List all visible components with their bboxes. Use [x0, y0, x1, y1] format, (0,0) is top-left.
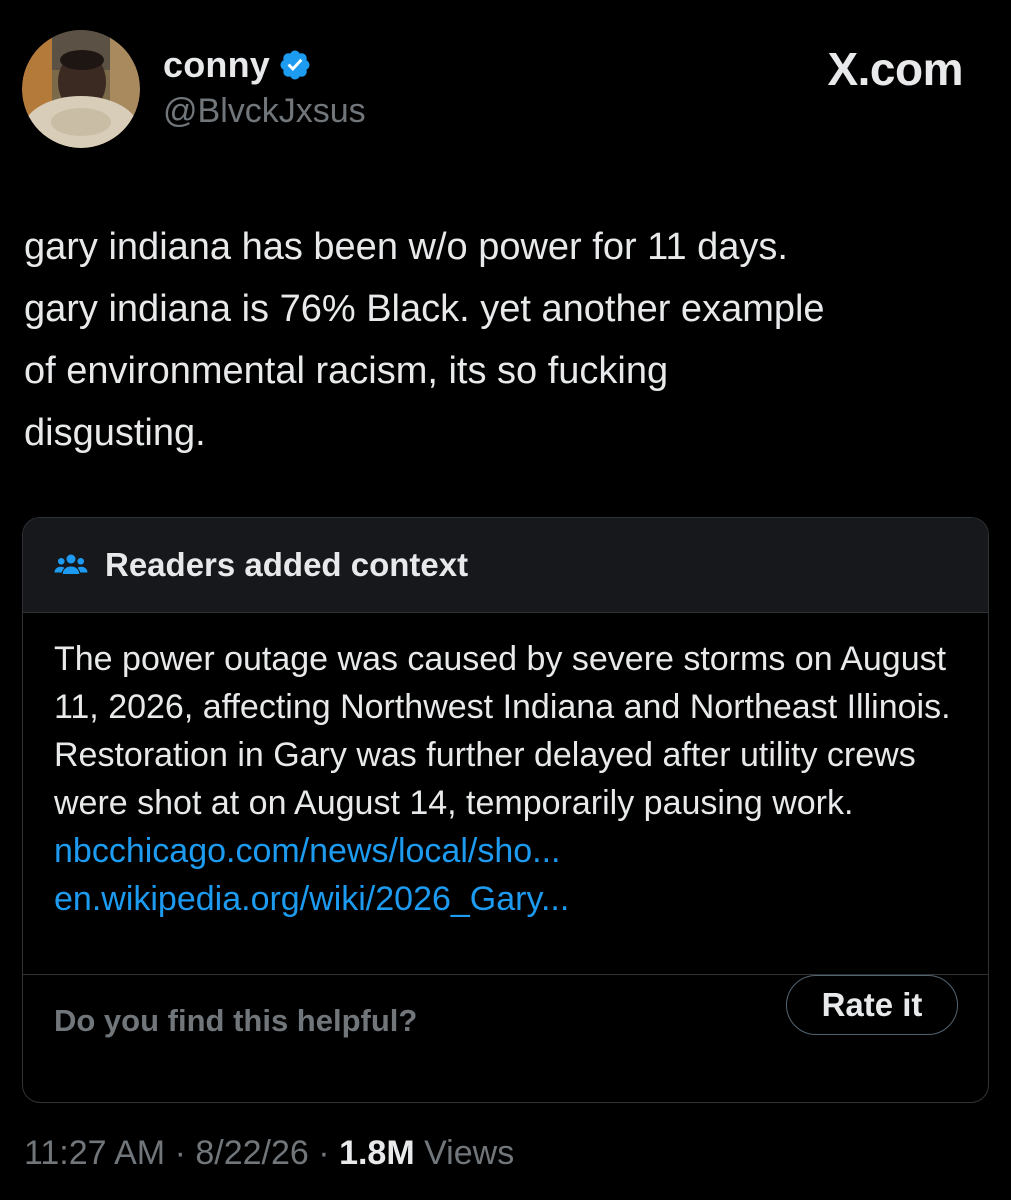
community-note-footer: Do you find this helpful? Rate it — [23, 975, 988, 1101]
author-name[interactable]: conny — [163, 44, 270, 86]
rate-it-button[interactable]: Rate it — [786, 975, 958, 1035]
brand-label: X.com — [827, 43, 963, 95]
people-group-icon — [54, 554, 88, 574]
community-note-body: The power outage was caused by severe st… — [23, 613, 988, 975]
verified-badge-icon[interactable] — [278, 48, 312, 82]
views-count: 1.8M — [339, 1134, 415, 1172]
name-row: conny — [163, 42, 366, 88]
post-date[interactable]: 8/22/26 — [195, 1134, 308, 1172]
community-note: Readers added context The power outage w… — [22, 517, 989, 1103]
post-time[interactable]: 11:27 AM — [24, 1134, 165, 1172]
post-text: gary indiana has been w/o power for 11 d… — [24, 226, 825, 454]
helpful-prompt: Do you find this helpful? — [54, 1003, 418, 1038]
source-link-wikipedia[interactable]: en.wikipedia.org/wiki/2026_Gary... — [54, 875, 958, 923]
author-block: conny @BlvckJxsus — [163, 42, 366, 131]
meta-separator: · — [174, 1134, 186, 1172]
source-link-nbc[interactable]: nbcchicago.com/news/local/sho... — [54, 827, 958, 875]
views-label: Views — [424, 1134, 515, 1172]
post-meta: 11:27 AM · 8/22/26 · 1.8M Views — [24, 1134, 514, 1173]
community-note-header: Readers added context — [23, 518, 988, 613]
meta-separator: · — [318, 1134, 330, 1172]
avatar-image — [22, 30, 140, 148]
post-header: conny @BlvckJxsus X.com — [22, 30, 989, 155]
avatar[interactable] — [22, 30, 140, 148]
community-note-text: The power outage was caused by severe st… — [54, 640, 951, 822]
community-note-title: Readers added context — [105, 546, 469, 583]
author-handle[interactable]: @BlvckJxsus — [163, 92, 366, 131]
